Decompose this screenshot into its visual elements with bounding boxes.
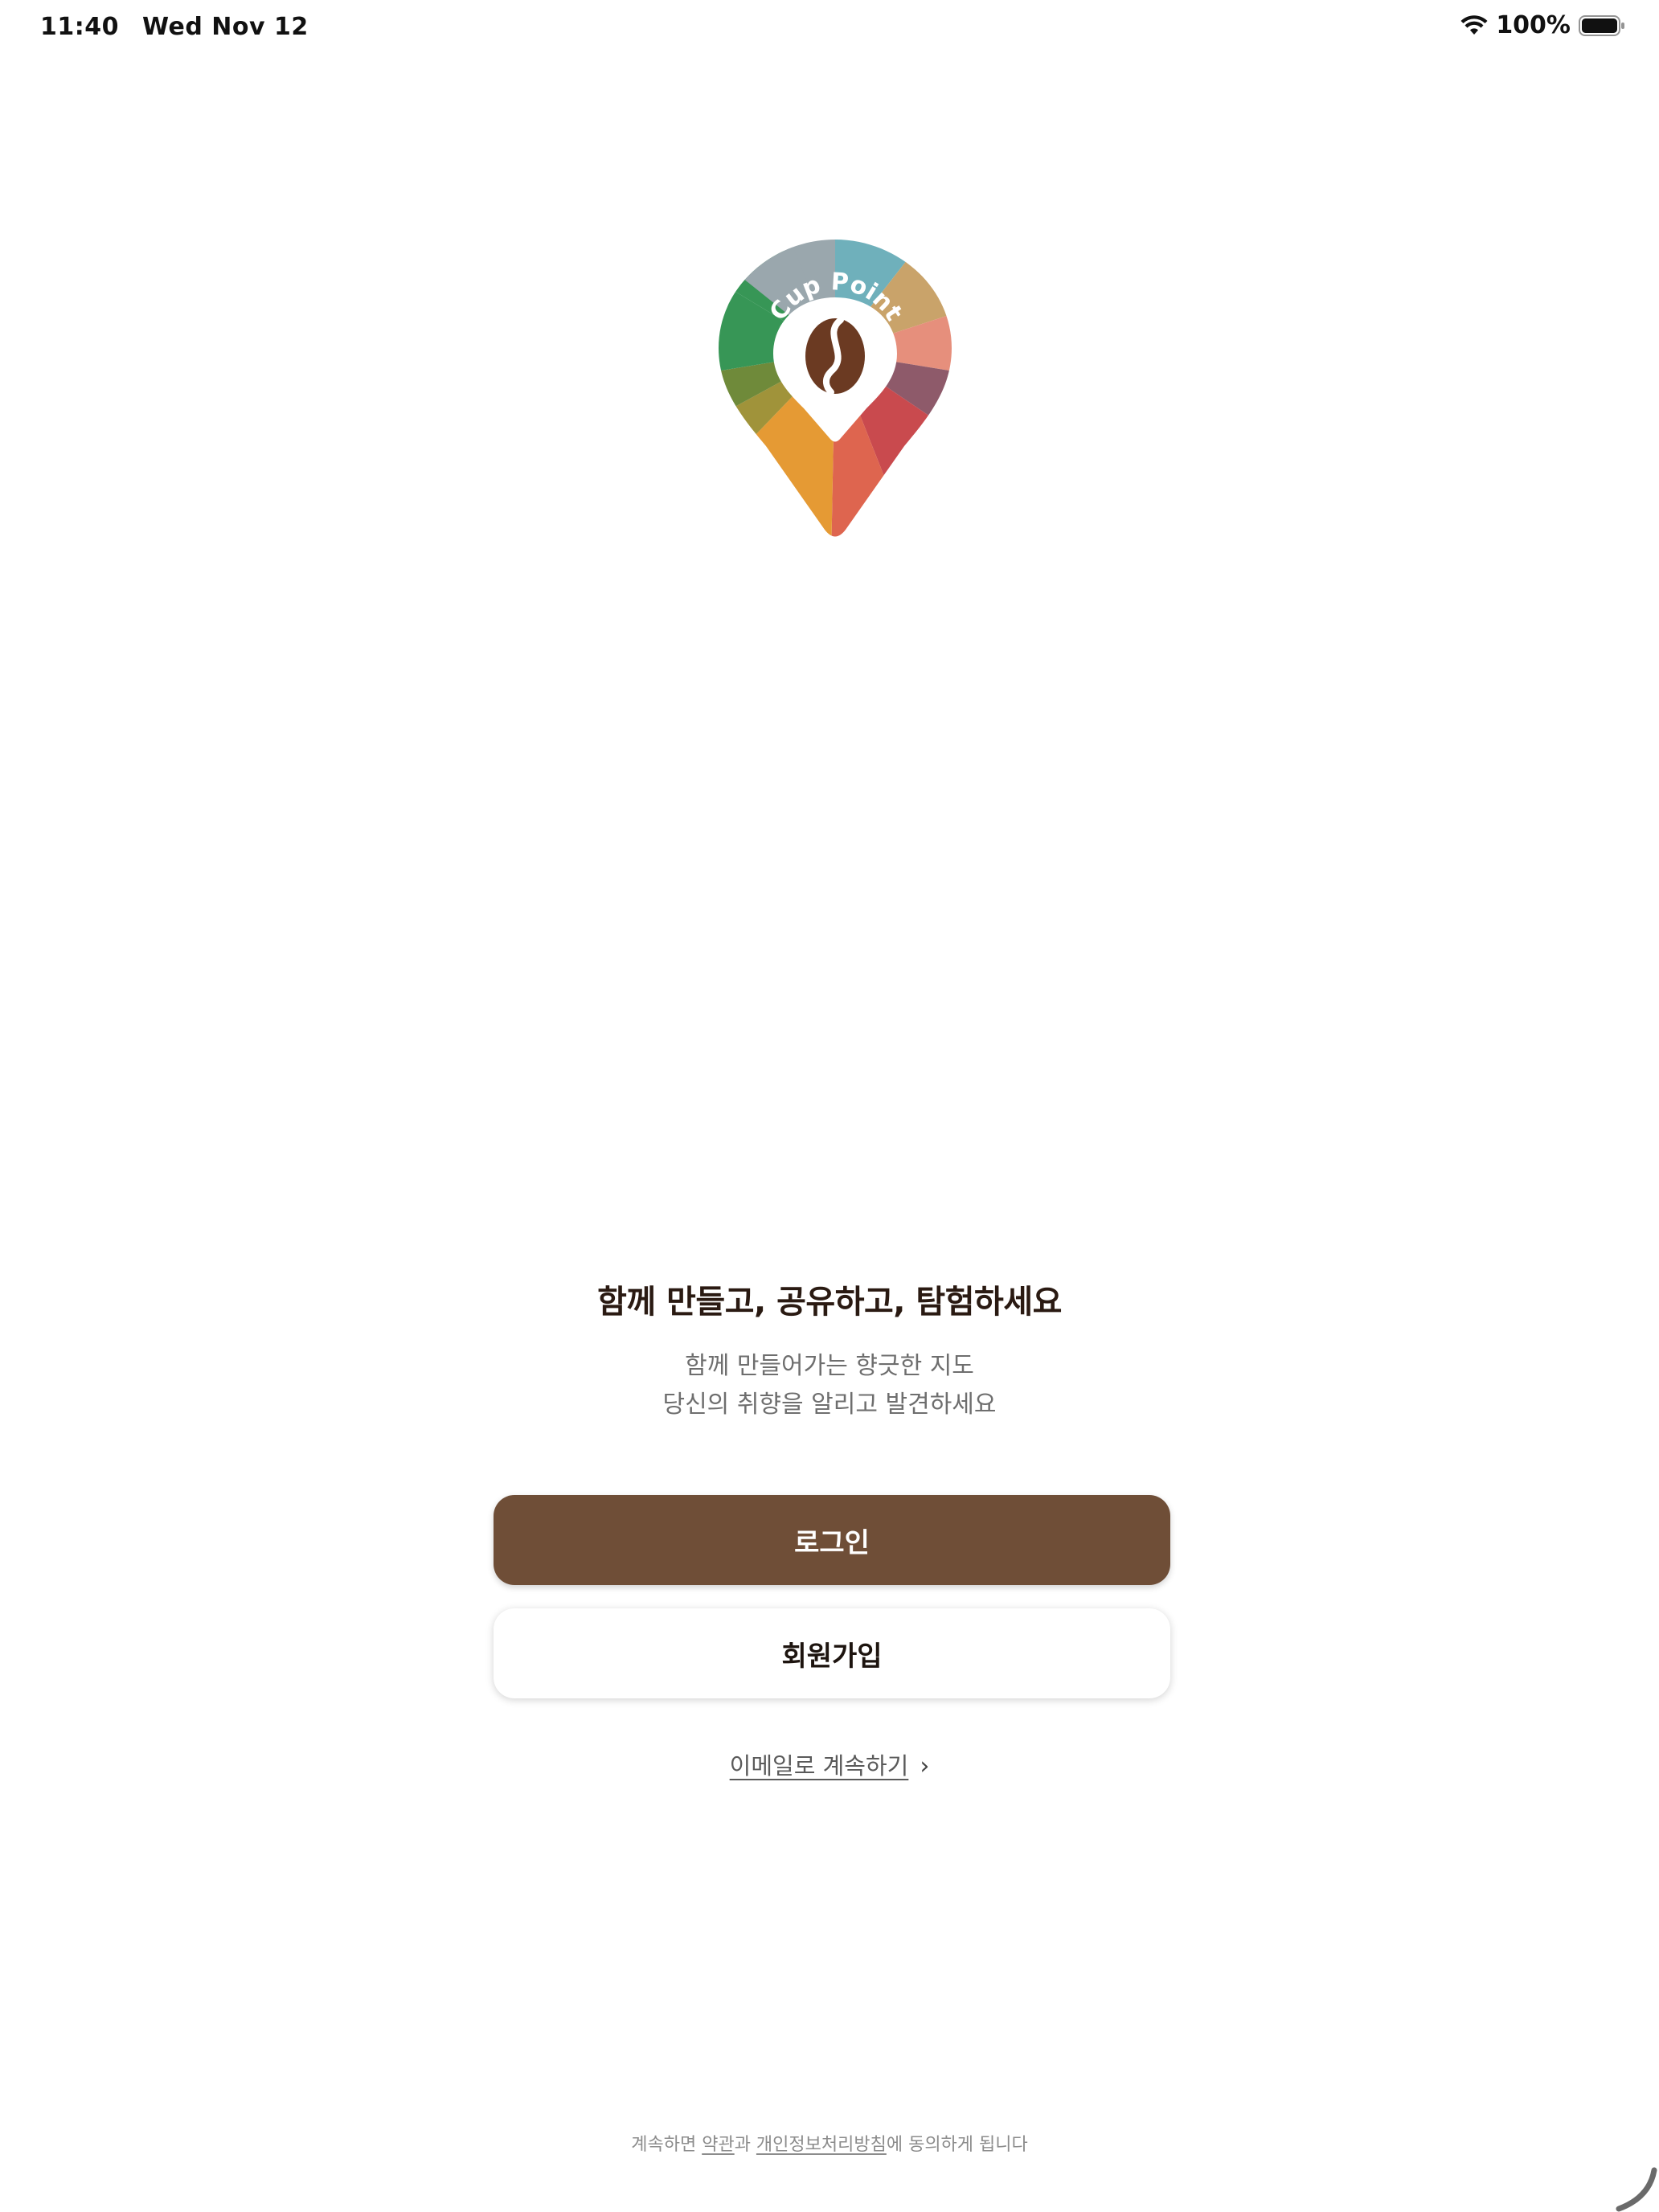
subtitle-line-2: 당신의 취향을 알리고 발견하세요 xyxy=(662,1391,997,1419)
legal-prefix: 계속하면 xyxy=(631,2135,703,2155)
privacy-policy-link[interactable]: 개인정보처리방침 xyxy=(756,2135,887,2155)
continue-with-email-label[interactable]: 이메일로 계속하기 xyxy=(730,1752,909,1780)
coffee-bean-pin-icon: Cup Point xyxy=(719,240,952,537)
legal-middle: 과 xyxy=(734,2135,756,2155)
status-time: 11:40 xyxy=(40,13,119,41)
status-date: Wed Nov 12 xyxy=(141,13,309,41)
login-button[interactable]: 로그인 xyxy=(494,1495,1170,1585)
terms-link[interactable]: 약관 xyxy=(702,2135,734,2155)
status-time-date: 11:40 Wed Nov 12 xyxy=(40,13,323,41)
page-title: 함께 만들고, 공유하고, 탐험하세요 xyxy=(597,1284,1062,1321)
battery-percent: 100% xyxy=(1496,11,1571,39)
signup-button[interactable]: 회원가입 xyxy=(494,1608,1170,1698)
home-corner-indicator xyxy=(1616,2167,1657,2212)
battery-icon xyxy=(1579,14,1624,36)
legal-suffix: 에 동의하게 됩니다 xyxy=(886,2135,1028,2155)
chevron-right-icon: › xyxy=(920,1752,930,1780)
welcome-screen: 11:40 Wed Nov 12 100% Cup Point 함께 만들고, … xyxy=(0,0,1659,2212)
wifi-icon xyxy=(1460,14,1488,35)
subtitle-line-1: 함께 만들어가는 향긋한 지도 xyxy=(685,1352,974,1380)
legal-notice: 계속하면 약관과 개인정보처리방침에 동의하게 됩니다 xyxy=(0,2130,1659,2156)
continue-with-email-link[interactable]: 이메일로 계속하기 › xyxy=(0,1747,1659,1781)
status-bar: 11:40 Wed Nov 12 100% xyxy=(0,0,1659,53)
status-indicators: 100% xyxy=(1460,11,1625,39)
